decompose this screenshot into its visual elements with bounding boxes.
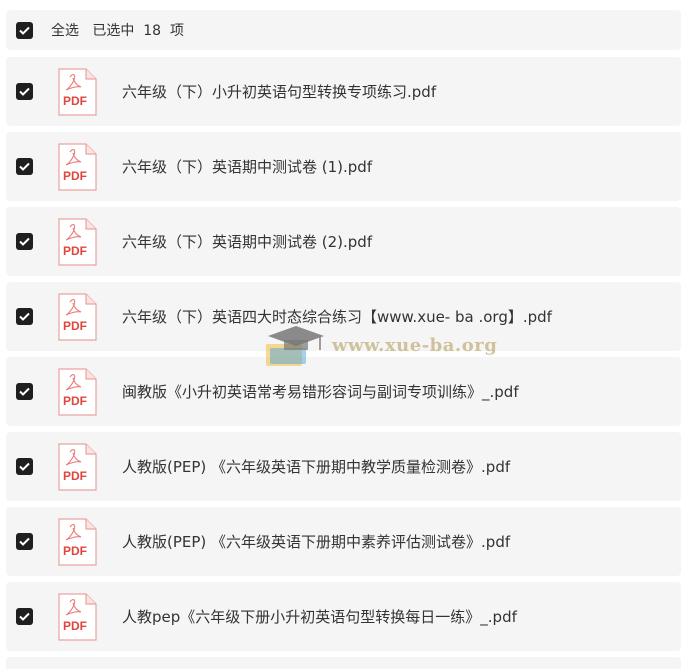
svg-text:PDF: PDF bbox=[63, 394, 87, 408]
svg-text:PDF: PDF bbox=[63, 319, 87, 333]
svg-text:PDF: PDF bbox=[63, 244, 87, 258]
file-list: PDF 六年级（下）小升初英语句型转换专项练习.pdf PDF 六年级（下）英语… bbox=[6, 57, 681, 657]
file-name[interactable]: 六年级（下）英语期中测试卷 (1).pdf bbox=[122, 156, 372, 177]
file-name[interactable]: 六年级（下）英语期中测试卷 (2).pdf bbox=[122, 231, 372, 252]
file-row-7[interactable]: PDF 人教版(PEP) 《六年级英语下册期中素养评估测试卷》.pdf bbox=[6, 507, 681, 576]
file-row-8[interactable]: PDF 人教pep《六年级下册小升初英语句型转换每日一练》_.pdf bbox=[6, 582, 681, 651]
file-name[interactable]: 六年级（下）小升初英语句型转换专项练习.pdf bbox=[122, 81, 436, 102]
pdf-file-icon: PDF bbox=[58, 442, 97, 491]
file-row-5[interactable]: PDF 闽教版《小升初英语常考易错形容词与副词专项训练》_.pdf bbox=[6, 357, 681, 426]
checkbox-checked-icon[interactable] bbox=[16, 83, 33, 100]
svg-text:PDF: PDF bbox=[63, 169, 87, 183]
file-row-6[interactable]: PDF 人教版(PEP) 《六年级英语下册期中教学质量检测卷》.pdf bbox=[6, 432, 681, 501]
checkbox-checked-icon[interactable] bbox=[16, 458, 33, 475]
pdf-file-icon: PDF bbox=[58, 292, 97, 341]
checkbox-checked-icon[interactable] bbox=[16, 308, 33, 325]
file-name[interactable]: 闽教版《小升初英语常考易错形容词与副词专项训练》_.pdf bbox=[122, 381, 519, 402]
checkbox-checked-icon[interactable] bbox=[16, 158, 33, 175]
checkbox-checked-icon[interactable] bbox=[16, 608, 33, 625]
file-name[interactable]: 人教版(PEP) 《六年级英语下册期中教学质量检测卷》.pdf bbox=[122, 456, 510, 477]
checkbox-checked-icon[interactable] bbox=[16, 533, 33, 550]
pdf-file-icon: PDF bbox=[58, 367, 97, 416]
file-name[interactable]: 人教pep《六年级下册小升初英语句型转换每日一练》_.pdf bbox=[122, 606, 517, 627]
pdf-file-icon: PDF bbox=[58, 517, 97, 566]
svg-text:PDF: PDF bbox=[63, 544, 87, 558]
file-name[interactable]: 人教版(PEP) 《六年级英语下册期中素养评估测试卷》.pdf bbox=[122, 531, 510, 552]
checkbox-checked-icon[interactable] bbox=[16, 233, 33, 250]
pdf-file-icon: PDF bbox=[58, 67, 97, 116]
file-row-4[interactable]: PDF 六年级（下）英语四大时态综合练习【www.xue- ba .org】.p… bbox=[6, 282, 681, 351]
pdf-file-icon: PDF bbox=[58, 142, 97, 191]
checkbox-checked-icon[interactable] bbox=[16, 383, 33, 400]
select-all-bar: 全选 已选中 18 项 bbox=[6, 10, 681, 50]
pdf-file-icon: PDF bbox=[58, 592, 97, 641]
file-name[interactable]: 六年级（下）英语四大时态综合练习【www.xue- ba .org】.pdf bbox=[122, 306, 552, 327]
select-all-checkbox-icon[interactable] bbox=[16, 21, 33, 39]
file-row-3[interactable]: PDF 六年级（下）英语期中测试卷 (2).pdf bbox=[6, 207, 681, 276]
pdf-file-icon: PDF bbox=[58, 217, 97, 266]
select-all-label[interactable]: 全选 已选中 18 项 bbox=[51, 20, 184, 40]
svg-text:PDF: PDF bbox=[63, 94, 87, 108]
file-row-2[interactable]: PDF 六年级（下）英语期中测试卷 (1).pdf bbox=[6, 132, 681, 201]
file-row-1[interactable]: PDF 六年级（下）小升初英语句型转换专项练习.pdf bbox=[6, 57, 681, 126]
svg-text:PDF: PDF bbox=[63, 469, 87, 483]
svg-text:PDF: PDF bbox=[63, 619, 87, 633]
list-item-partial[interactable] bbox=[6, 657, 681, 669]
